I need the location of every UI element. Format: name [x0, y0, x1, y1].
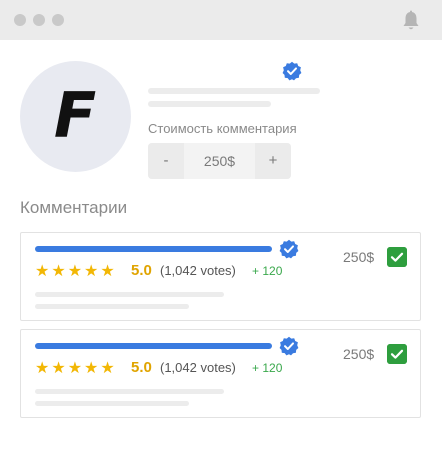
verified-badge-icon	[282, 61, 302, 81]
star-rating: ★★★★★	[35, 263, 117, 280]
price-value[interactable]: 250$	[184, 143, 255, 179]
comment-author-placeholder	[35, 343, 272, 349]
rating-score: 5.0	[131, 359, 152, 376]
star-rating: ★★★★★	[35, 360, 117, 377]
comment-card[interactable]: ★★★★★ 5.0 (1,042 votes) + 120 250$	[20, 232, 421, 321]
app-window: F Стоимость комментария - 250$ + Коммент…	[0, 0, 442, 451]
title-bar	[0, 0, 442, 40]
decrement-button[interactable]: -	[148, 143, 184, 179]
checkmark-icon[interactable]	[387, 344, 407, 364]
comment-text-placeholder	[35, 389, 224, 394]
rating-score: 5.0	[131, 262, 152, 279]
comment-card[interactable]: ★★★★★ 5.0 (1,042 votes) + 120 250$	[20, 329, 421, 418]
brand-logo: F	[54, 79, 96, 152]
svg-text:F: F	[54, 79, 96, 152]
window-dot-icon[interactable]	[52, 14, 64, 26]
verified-badge-icon	[279, 239, 299, 259]
comment-price: 250$	[343, 346, 375, 362]
comments-heading: Комментарии	[20, 198, 128, 217]
window-dot-icon[interactable]	[14, 14, 26, 26]
avatar: F	[20, 61, 131, 172]
vote-delta: + 120	[252, 361, 283, 375]
verified-badge-icon	[279, 336, 299, 356]
checkmark-icon[interactable]	[387, 247, 407, 267]
comment-text-placeholder	[35, 401, 189, 406]
price-stepper: - 250$ +	[148, 143, 291, 179]
vote-count: (1,042 votes)	[160, 263, 236, 278]
vote-delta: + 120	[252, 264, 283, 278]
cost-label: Стоимость комментария	[148, 121, 297, 136]
comment-price: 250$	[343, 249, 375, 265]
subtitle-placeholder	[148, 101, 271, 107]
comment-author-placeholder	[35, 246, 272, 252]
bell-icon[interactable]	[401, 10, 421, 32]
name-placeholder	[148, 88, 320, 94]
vote-count: (1,042 votes)	[160, 360, 236, 375]
comment-text-placeholder	[35, 292, 224, 297]
increment-button[interactable]: +	[255, 143, 291, 179]
comment-text-placeholder	[35, 304, 189, 309]
window-dot-icon[interactable]	[33, 14, 45, 26]
